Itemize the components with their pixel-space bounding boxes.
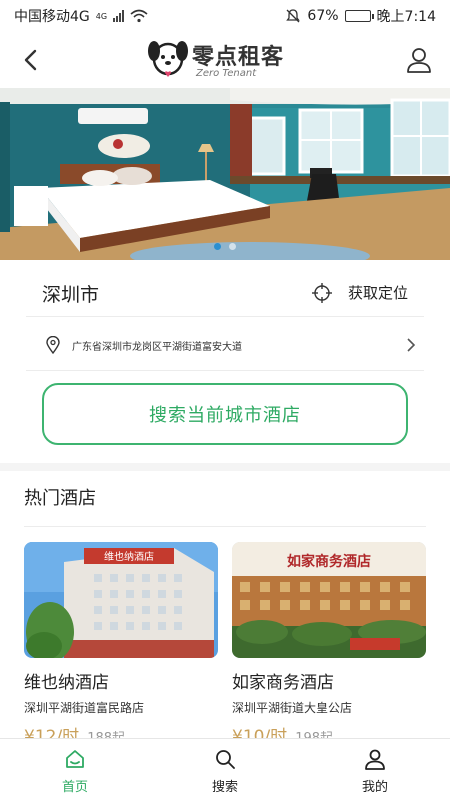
divider: [24, 526, 426, 527]
clock: 晚上7:14: [376, 9, 436, 25]
carrier-label: 中国移动4G: [14, 9, 90, 25]
battery-percent: 67%: [307, 8, 339, 24]
home-icon: [66, 750, 84, 768]
mute-icon: [286, 9, 301, 23]
crosshair-icon: [311, 282, 332, 303]
address-text: 广东省深圳市龙岗区平湖街道富安大道: [72, 341, 242, 353]
tab-search[interactable]: 搜索: [150, 739, 300, 800]
section-separator: [0, 463, 450, 471]
carousel-dot[interactable]: [229, 243, 236, 250]
hotel-name: 如家商务酒店: [232, 673, 334, 693]
user-icon[interactable]: [406, 46, 432, 74]
tab-home[interactable]: 首页: [0, 739, 150, 800]
logo-title: 零点租客: [192, 45, 285, 70]
divider: [26, 316, 424, 317]
carousel-dots: [0, 243, 450, 250]
hotel-room-photo: [0, 88, 450, 260]
dog-mascot-icon: [148, 41, 188, 77]
chevron-right-icon: [407, 338, 416, 352]
search-city-hotels-button[interactable]: 搜索当前城市酒店: [42, 383, 408, 445]
chevron-left-icon[interactable]: [18, 46, 46, 74]
logo-subtitle: Zero Tenant: [196, 68, 257, 79]
header: 零点租客 Zero Tenant: [0, 32, 450, 88]
get-location-button[interactable]: 获取定位: [311, 282, 408, 303]
signal-icon: [113, 10, 125, 22]
tab-label: 搜索: [211, 780, 238, 795]
user-icon: [365, 749, 385, 770]
hotel-sign-text: 维也纳酒店: [104, 550, 154, 563]
tab-label: 我的: [361, 780, 388, 795]
hotel-address: 深圳平湖街道大皇公店: [232, 701, 353, 715]
address-row[interactable]: 广东省深圳市龙岗区平湖街道富安大道: [46, 334, 416, 356]
banner-carousel[interactable]: [0, 88, 450, 260]
carousel-dot[interactable]: [214, 243, 221, 250]
hot-hotels-title: 热门酒店: [24, 488, 96, 509]
bottom-tab-bar: 首页 搜索 我的: [0, 738, 450, 800]
city-label[interactable]: 深圳市: [42, 280, 99, 307]
hotel-card[interactable]: 如家商务酒店 如家商务酒店 深圳平湖街道大皇公店 ¥10/时 198起: [232, 542, 426, 747]
location-pin-icon: [46, 336, 60, 354]
hotel-photo: 维也纳酒店: [24, 542, 218, 658]
hotel-name: 维也纳酒店: [24, 673, 109, 693]
battery-icon: [344, 10, 374, 22]
status-bar: 中国移动4G 4G 67% 晚上7:14: [0, 0, 450, 32]
divider: [26, 370, 424, 371]
get-location-label: 获取定位: [347, 284, 408, 302]
tab-mine[interactable]: 我的: [300, 739, 450, 800]
hotel-photo: 如家商务酒店: [232, 542, 426, 658]
tab-label: 首页: [61, 780, 88, 795]
app-logo: 零点租客 Zero Tenant: [148, 35, 308, 85]
search-icon: [216, 750, 235, 769]
hotel-sign-text: 如家商务酒店: [287, 553, 371, 570]
network-badge: 4G: [95, 11, 108, 21]
hotel-card[interactable]: 维也纳酒店 维也纳酒店 深圳平湖街道富民路店 ¥12/时 188起: [24, 542, 218, 747]
wifi-icon: [130, 9, 148, 23]
hotel-address: 深圳平湖街道富民路店: [24, 701, 145, 715]
